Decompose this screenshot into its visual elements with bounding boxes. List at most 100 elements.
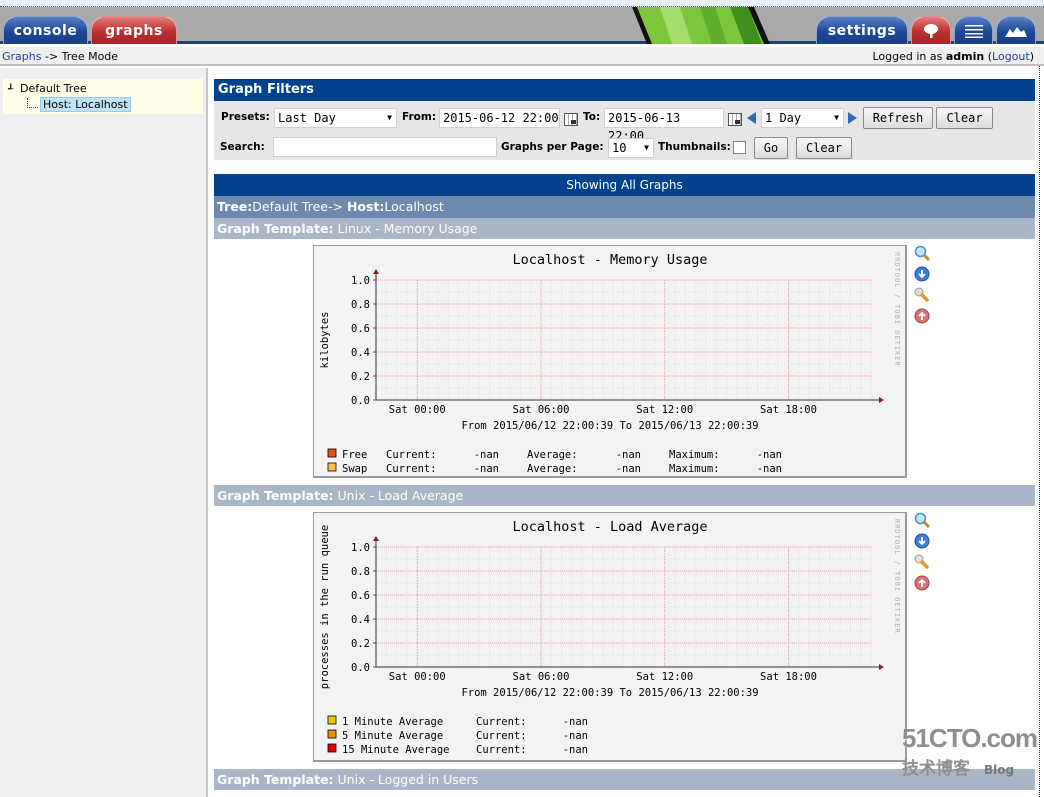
- timespan-select[interactable]: 1 Day ▼: [761, 108, 844, 128]
- refresh-button[interactable]: Refresh: [863, 107, 933, 129]
- to-date-input[interactable]: 2015-06-13 22:00: [604, 108, 724, 143]
- legend-maximum-label: Maximum:: [669, 463, 720, 475]
- graph-image-load[interactable]: Localhost - Load Average processes in the…: [313, 512, 907, 762]
- y-tick-label: 0.4: [351, 347, 370, 359]
- search-input[interactable]: [273, 137, 497, 157]
- clear-button[interactable]: Clear: [936, 107, 993, 129]
- legend-current-label: Current:: [386, 463, 437, 475]
- browser-top-strip: [0, 0, 1044, 7]
- legend-swatch: [327, 448, 337, 458]
- back-to-top-icon[interactable]: [914, 575, 930, 591]
- y-tick-label: 0.8: [351, 299, 370, 311]
- x-tick-label: Sat 00:00: [389, 404, 446, 416]
- list-view-tab[interactable]: [954, 16, 993, 44]
- presets-label: Presets:: [221, 111, 270, 123]
- clear-filter-button[interactable]: Clear: [796, 137, 852, 159]
- tree-view-tab[interactable]: [911, 16, 951, 44]
- template-value: Linux - Memory Usage: [337, 221, 478, 236]
- calendar-icon[interactable]: [564, 113, 578, 126]
- graph-row: Localhost - Memory Usage kilobytes 0.0 0.2 0…: [214, 239, 1035, 485]
- rrdtool-credit: RRDTOOL / TOBI OETIKER: [893, 252, 901, 367]
- presets-select[interactable]: Last Day ▼: [274, 108, 397, 128]
- chart-title: Localhost - Memory Usage: [512, 252, 707, 268]
- y-tick-label: 0.0: [351, 395, 370, 407]
- graph-template-header: Graph Template: Linux - Memory Usage: [214, 218, 1035, 239]
- watermark-51cto: 51CTO.com 技术博客 Blog: [902, 723, 1038, 779]
- legend-current-label: Current:: [476, 716, 527, 728]
- calendar-icon[interactable]: [728, 113, 742, 126]
- graph-filters-panel: Presets: Last Day ▼ From: 2015-06-12 22:0…: [214, 101, 1035, 160]
- template-label: Graph Template:: [217, 221, 334, 236]
- logout-link[interactable]: Logout: [992, 50, 1030, 63]
- top-tab-bar: console graphs settings: [0, 7, 1044, 44]
- legend-current-value: -nan: [563, 730, 588, 742]
- presets-value: Last Day: [278, 111, 336, 125]
- from-date-input[interactable]: 2015-06-12 22:00: [439, 108, 560, 128]
- x-axis-arrow: [879, 397, 884, 403]
- watermark-site: 51CTO.com: [902, 723, 1038, 753]
- shift-left-arrow-icon[interactable]: [747, 112, 756, 124]
- thumbnails-checkbox[interactable]: [733, 141, 746, 154]
- host-header-value: Localhost: [384, 199, 444, 214]
- go-button[interactable]: Go: [754, 137, 788, 159]
- chevron-down-icon: ▼: [834, 113, 839, 122]
- showing-all-graphs-banner: Showing All Graphs: [214, 174, 1035, 196]
- csv-export-icon[interactable]: [914, 533, 930, 549]
- preview-view-tab[interactable]: [996, 16, 1036, 44]
- period-label: From 2015/06/12 22:00:39 To 2015/06/13 2…: [461, 420, 758, 432]
- to-label: To:: [583, 111, 601, 123]
- legend-average-value: -nan: [616, 463, 641, 475]
- y-axis-label: processes in the run queue: [319, 525, 331, 689]
- memory-usage-chart: Localhost - Memory Usage kilobytes 0.0 0.2 0…: [319, 252, 884, 475]
- legend-swatch: [327, 729, 337, 739]
- tree-node-host-localhost[interactable]: Host: Localhost: [27, 97, 131, 112]
- legend-current-value: -nan: [563, 716, 588, 728]
- cacti-logo-swoosh: [630, 7, 815, 44]
- host-header-label: Host:: [346, 199, 385, 214]
- tree-pane: ┹ Default Tree Host: Localhost: [0, 68, 208, 797]
- y-tick-label: 0.2: [351, 638, 370, 650]
- legend-average-value: -nan: [616, 449, 641, 461]
- zoom-icon[interactable]: [914, 245, 931, 262]
- tree-header-label: Tree:: [217, 199, 253, 214]
- login-status: Logged in as admin (Logout): [872, 50, 1034, 63]
- legend-maximum-value: -nan: [757, 463, 782, 475]
- x-tick-label: Sat 18:00: [760, 671, 817, 683]
- tab-graphs[interactable]: graphs: [91, 16, 177, 44]
- breadcrumb-graphs-link[interactable]: Graphs: [2, 50, 41, 63]
- chart-title: Localhost - Load Average: [512, 519, 707, 535]
- legend-name: 5 Minute Average: [342, 730, 443, 742]
- template-value: Unix - Load Average: [337, 488, 464, 503]
- tree-leaf-label[interactable]: Host: Localhost: [40, 97, 131, 112]
- timespan-value: 1 Day: [765, 111, 802, 125]
- login-user: admin: [945, 50, 985, 63]
- legend-name: Swap: [342, 463, 367, 475]
- graph-image-memory[interactable]: Localhost - Memory Usage kilobytes 0.0 0.2 0…: [313, 245, 907, 478]
- graphs-per-page-select[interactable]: 10 ▼: [608, 138, 654, 158]
- graph-actions: [914, 245, 934, 329]
- back-to-top-icon[interactable]: [914, 308, 930, 324]
- y-tick-label: 0.6: [351, 323, 370, 335]
- tree-node-default-tree[interactable]: ┹ Default Tree: [8, 82, 87, 95]
- y-tick-label: 0.4: [351, 614, 370, 626]
- edit-graph-icon[interactable]: [914, 287, 930, 303]
- graphs-per-page-value: 10: [612, 141, 627, 155]
- zoom-icon[interactable]: [914, 512, 931, 529]
- list-view-icon: [964, 25, 983, 42]
- legend-current-label: Current:: [476, 744, 527, 756]
- legend-swatch: [327, 743, 337, 753]
- chevron-down-icon: ▼: [644, 143, 649, 152]
- y-tick-label: 1.0: [351, 275, 370, 287]
- thumbnails-label: Thumbnails:: [658, 141, 731, 153]
- breadcrumb-current: Tree Mode: [61, 50, 119, 63]
- shift-right-arrow-icon[interactable]: [848, 112, 857, 124]
- tree-view-icon: [922, 24, 940, 44]
- breadcrumb-separator: ->: [41, 50, 62, 63]
- x-tick-label: Sat 06:00: [513, 404, 570, 416]
- tab-settings[interactable]: settings: [816, 16, 908, 44]
- legend-name: 15 Minute Average: [342, 744, 449, 756]
- tab-console[interactable]: console: [3, 16, 88, 44]
- edit-graph-icon[interactable]: [914, 554, 930, 570]
- csv-export-icon[interactable]: [914, 266, 930, 282]
- tree-expand-icon[interactable]: ┹: [8, 85, 20, 95]
